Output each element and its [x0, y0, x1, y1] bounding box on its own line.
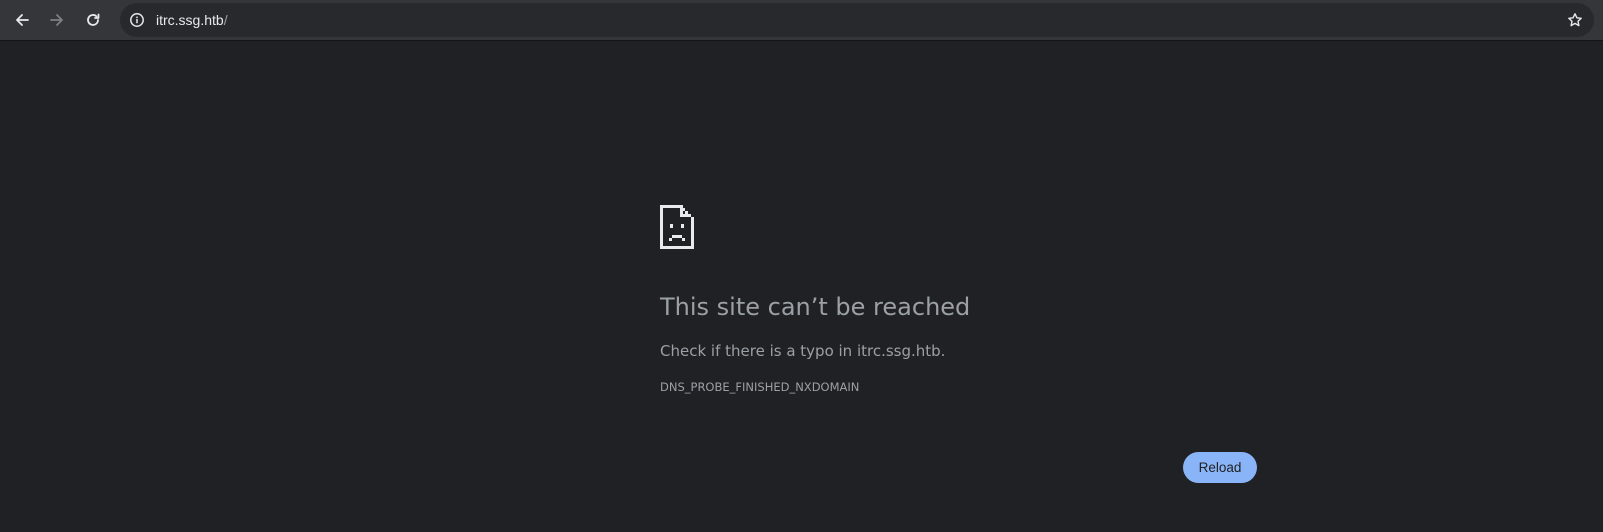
url-path: /	[223, 12, 228, 28]
error-code: DNS_PROBE_FINISHED_NXDOMAIN	[660, 380, 860, 394]
site-info-button[interactable]	[124, 7, 150, 33]
url-host: itrc.ssg.htb	[156, 12, 224, 28]
star-icon	[1568, 13, 1582, 27]
bookmark-button[interactable]	[1562, 7, 1588, 33]
url-text: itrc.ssg.htb/	[156, 3, 228, 37]
arrow-left-icon	[16, 14, 29, 26]
error-suggestion: Check if there is a typo in itrc.ssg.htb…	[660, 342, 946, 360]
info-icon	[130, 13, 144, 27]
reload-button[interactable]: Reload	[1183, 452, 1257, 483]
browser-toolbar: itrc.ssg.htb/	[0, 0, 1603, 41]
reload-browser-button[interactable]	[79, 6, 107, 34]
error-title: This site can’t be reached	[660, 293, 971, 321]
address-bar[interactable]: itrc.ssg.htb/	[120, 3, 1594, 37]
back-button[interactable]	[8, 6, 36, 34]
forward-button[interactable]	[43, 6, 71, 34]
arrow-right-icon	[50, 14, 63, 26]
sad-document-icon	[660, 205, 694, 249]
reload-icon	[87, 13, 100, 26]
